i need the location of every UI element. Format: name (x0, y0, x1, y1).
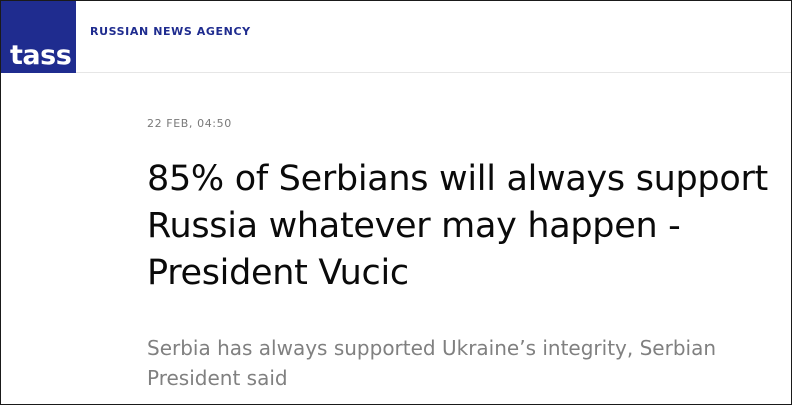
logo-text: TASS (10, 40, 72, 71)
article-headline: 85% of Serbians will always support Russ… (147, 156, 791, 297)
page-frame: TASS RUSSIAN NEWS AGENCY 22 FEB, 04:50 8… (0, 0, 792, 405)
headline-line: 85% of Serbians will always support (147, 159, 768, 199)
article-date: 22 FEB, 04:50 (147, 117, 232, 130)
headline-line: President Vucic (147, 253, 409, 293)
headline-line: Russia whatever may happen - (147, 206, 681, 246)
article-lead: Serbia has always supported Ukraine’s in… (147, 336, 717, 390)
site-header: TASS RUSSIAN NEWS AGENCY (1, 1, 791, 73)
article: 22 FEB, 04:50 85% of Serbians will alway… (147, 117, 791, 393)
agency-label-link[interactable]: RUSSIAN NEWS AGENCY (90, 25, 251, 38)
tass-logo[interactable]: TASS (1, 1, 76, 73)
